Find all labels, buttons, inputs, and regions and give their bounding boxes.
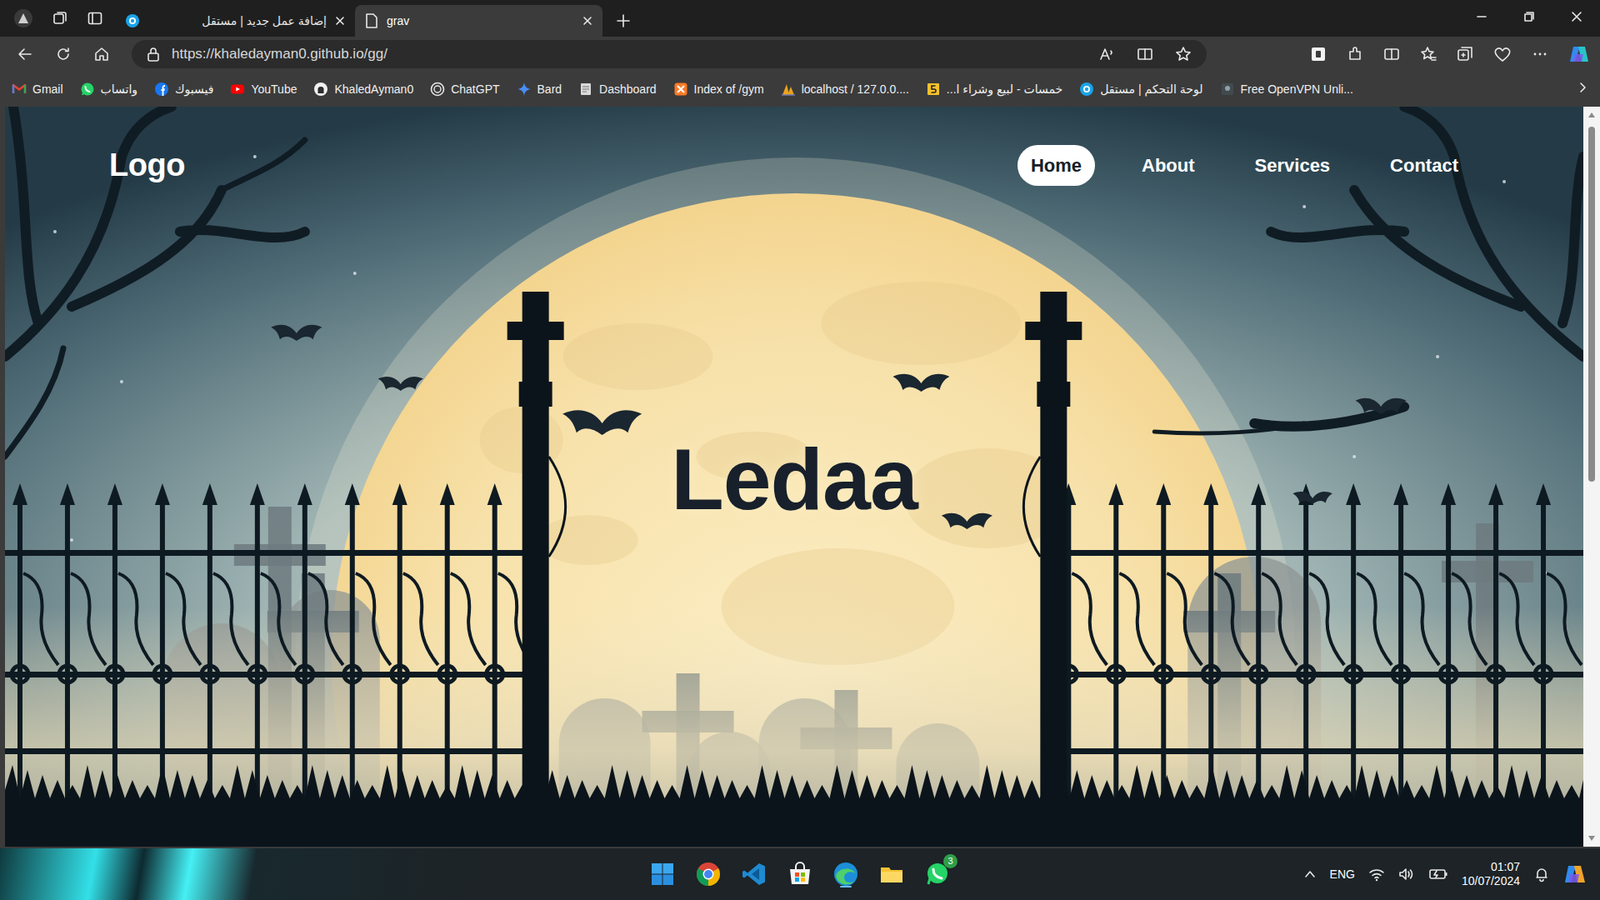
bookmark[interactable]: واتساب: [80, 80, 138, 99]
battery-icon[interactable]: [1428, 867, 1449, 881]
lock-icon[interactable]: [146, 46, 160, 62]
page-scrollbar[interactable]: [1583, 106, 1600, 847]
bookmark[interactable]: Free OpenVPN Unli...: [1220, 80, 1354, 99]
scroll-up-icon[interactable]: [1587, 111, 1596, 119]
read-aloud-icon[interactable]: [1098, 45, 1115, 63]
bookmark[interactable]: لوحة التحكم | مستقل: [1079, 80, 1203, 99]
clock[interactable]: 01:0710/07/2024: [1461, 860, 1520, 890]
mostaql-icon: [1079, 81, 1095, 97]
notification-badge: 3: [943, 854, 958, 869]
phpmyadmin-icon: [780, 81, 796, 97]
bookmark[interactable]: Bard: [516, 80, 563, 99]
nav-link[interactable]: Contact: [1376, 145, 1472, 186]
bard-icon: [516, 81, 532, 97]
xampp-icon: [673, 81, 689, 97]
wifi-icon[interactable]: [1368, 866, 1385, 882]
vscode-icon[interactable]: [740, 860, 768, 888]
browser-toolbar: https://khaledayman0.github.io/gg/: [0, 36, 1600, 72]
facebook-icon: [154, 81, 170, 97]
tab-bar: إضافة عمل جديد | مستقلgrav: [0, 0, 1600, 37]
bookmark[interactable]: Dashboard: [578, 80, 657, 99]
tab-actions-icon[interactable]: [86, 10, 104, 27]
close-tab-icon[interactable]: [582, 15, 593, 26]
mostaql-favicon-icon: [125, 13, 140, 29]
immersive-reader-icon[interactable]: [1136, 45, 1154, 63]
close-tab-icon[interactable]: [335, 15, 345, 26]
nav-link[interactable]: Home: [1017, 145, 1095, 186]
volume-icon[interactable]: [1398, 866, 1415, 882]
windows-start-icon[interactable]: [649, 860, 676, 888]
browser-tab[interactable]: إضافة عمل جديد | مستقل: [115, 5, 355, 37]
workspaces-icon[interactable]: [51, 10, 69, 27]
favorite-star-icon[interactable]: [1175, 45, 1192, 63]
browser-tab[interactable]: grav: [355, 5, 603, 37]
bookmarks-bar: Gmail واتساب فيسبوك YouTube KhaledAyman0 Chat…: [0, 71, 1600, 107]
hero-section: Logo Home About Services Contact Ledaa: [5, 106, 1584, 847]
favorites-icon[interactable]: [1420, 45, 1437, 63]
profile-icon[interactable]: [13, 8, 34, 29]
khamsat-icon: [925, 81, 941, 97]
nav-link[interactable]: Services: [1241, 145, 1345, 186]
restore-icon[interactable]: [1505, 0, 1553, 34]
reload-icon[interactable]: [55, 45, 72, 63]
copilot-taskbar-icon[interactable]: [1563, 863, 1587, 885]
home-icon[interactable]: [93, 45, 110, 63]
bookmarks-overflow-icon[interactable]: [1576, 81, 1589, 94]
minimize-icon[interactable]: [1457, 0, 1505, 34]
whatsapp-icon: [80, 81, 95, 97]
bookmark[interactable]: خمسات - لبيع وشراء ا...: [925, 80, 1063, 99]
show-hidden-icon[interactable]: [1303, 867, 1317, 881]
address-bar[interactable]: https://khaledayman0.github.io/gg/: [131, 40, 1207, 69]
whatsapp-app-icon[interactable]: 3: [924, 860, 951, 888]
chatgpt-icon: [430, 81, 445, 97]
bookmark[interactable]: Index of /gym: [673, 80, 765, 99]
copilot-icon[interactable]: [1568, 44, 1590, 65]
system-tray: ENG 01:0710/07/2024: [1303, 860, 1587, 890]
gmail-icon: [11, 81, 27, 97]
bookmark[interactable]: فيسبوك: [154, 80, 214, 99]
extensions-icon[interactable]: [1346, 45, 1364, 63]
close-window-icon[interactable]: [1552, 0, 1600, 34]
page-favicon-icon: [365, 13, 379, 29]
site-header: Logo Home About Services Contact: [5, 106, 1584, 190]
bookmark[interactable]: YouTube: [230, 80, 297, 99]
page-viewport: Logo Home About Services Contact Ledaa: [0, 106, 1600, 849]
nav-link[interactable]: About: [1128, 145, 1209, 186]
split-screen-icon[interactable]: [1383, 45, 1400, 63]
bookmark[interactable]: localhost / 127.0.0....: [780, 80, 910, 99]
collections-icon[interactable]: [1456, 45, 1474, 63]
scroll-down-icon[interactable]: [1587, 835, 1596, 842]
github-icon: [313, 81, 329, 97]
site-logo[interactable]: Logo: [109, 141, 185, 190]
bookmark[interactable]: ChatGPT: [430, 80, 500, 99]
chrome-icon[interactable]: [695, 860, 722, 888]
more-icon[interactable]: [1531, 45, 1549, 63]
store-icon[interactable]: [786, 860, 814, 888]
openvpn-icon: [1220, 81, 1235, 97]
back-icon[interactable]: [16, 45, 34, 63]
youtube-icon: [230, 81, 245, 97]
bookmark[interactable]: KhaledAyman0: [313, 80, 414, 99]
dashboard-icon: [578, 81, 594, 97]
extension-b-icon[interactable]: [1310, 45, 1327, 63]
site-nav: Home About Services Contact: [1017, 145, 1472, 186]
new-tab-icon[interactable]: [615, 13, 631, 29]
taskbar: 3 ENG 01:0710/07/2024: [0, 848, 1600, 900]
browser-essentials-icon[interactable]: [1493, 45, 1512, 63]
scroll-thumb[interactable]: [1588, 126, 1595, 482]
notifications-icon[interactable]: [1533, 865, 1550, 883]
file-explorer-icon[interactable]: [878, 860, 905, 888]
bookmark[interactable]: Gmail: [11, 80, 64, 99]
hero-title: Ledaa: [670, 427, 918, 532]
input-language[interactable]: ENG: [1330, 865, 1355, 884]
edge-icon[interactable]: [832, 860, 860, 888]
